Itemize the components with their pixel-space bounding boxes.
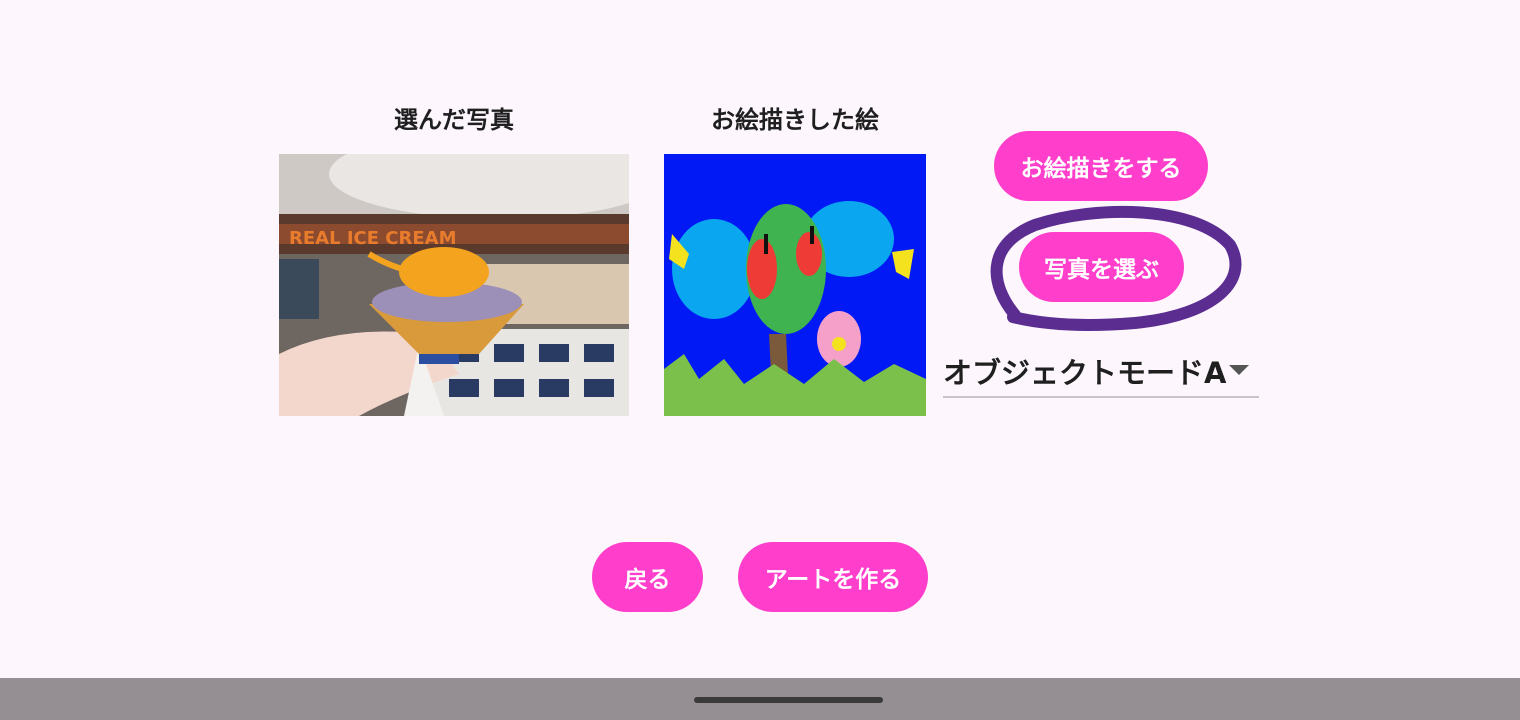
make-art-button[interactable]: アートを作る (738, 542, 928, 612)
mode-dropdown[interactable]: オブジェクトモードA (943, 340, 1259, 398)
drawn-picture-image (664, 154, 926, 416)
caret-down-icon (1229, 365, 1249, 375)
system-navigation-bar (0, 678, 1520, 720)
draw-button[interactable]: お絵描きをする (994, 131, 1208, 201)
selected-photo-label: 選んだ写真 (394, 106, 514, 134)
mode-dropdown-value: オブジェクトモードA (943, 356, 1227, 390)
photo-sign-text: REAL ICE CREAM (289, 228, 457, 249)
back-button[interactable]: 戻る (592, 542, 703, 612)
drawn-picture-label: お絵描きした絵 (711, 106, 879, 134)
gesture-handle[interactable] (694, 697, 883, 703)
selected-photo-image: REAL ICE CREAM (279, 154, 629, 416)
choose-photo-button[interactable]: 写真を選ぶ (1019, 232, 1184, 302)
